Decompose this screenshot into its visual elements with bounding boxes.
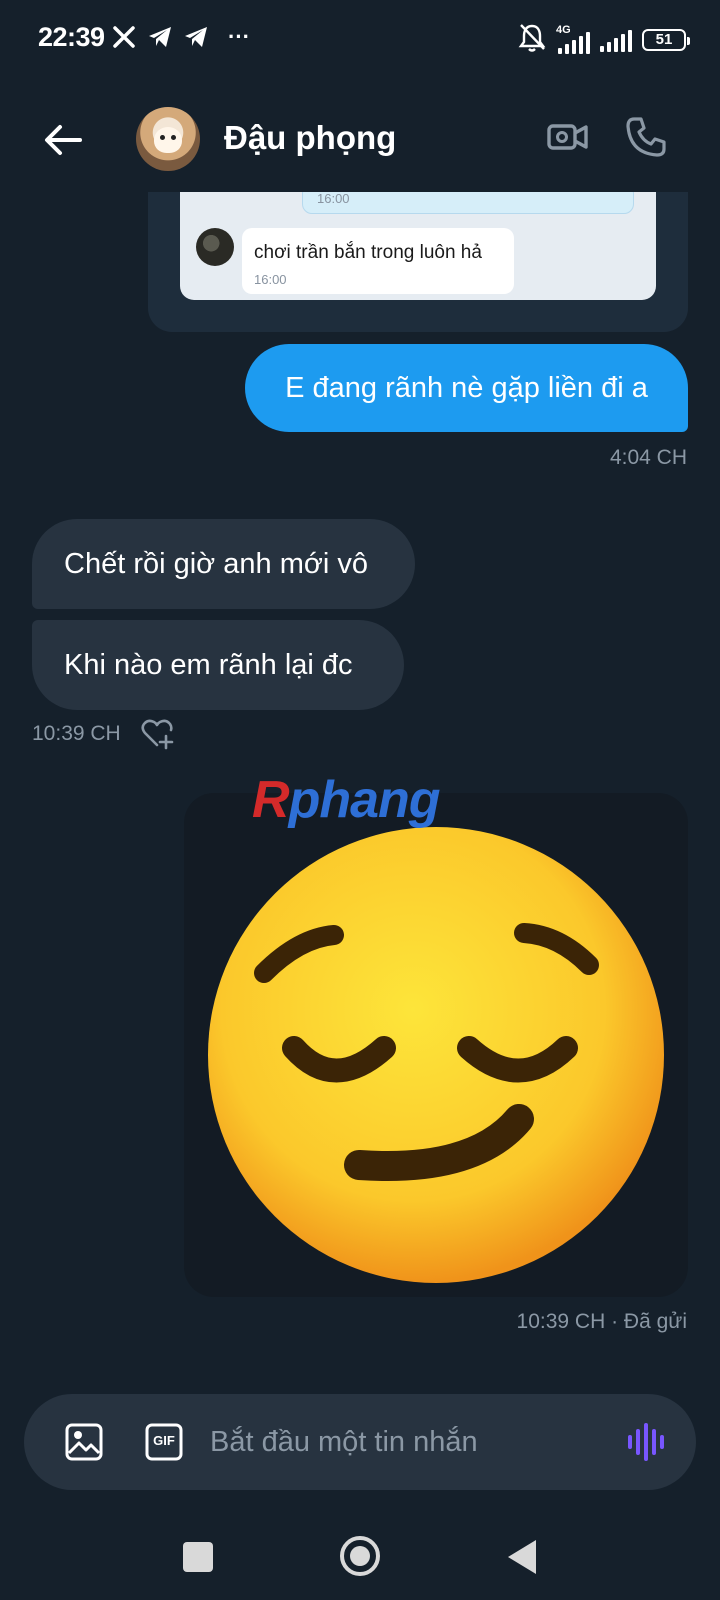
screenshot-image[interactable]: 16:00 chơi trần bắn trong luôn hả 16:00 [180, 192, 656, 300]
pensive-face-emoji-icon [208, 827, 664, 1283]
recents-button[interactable] [183, 1542, 213, 1572]
telegram-icon [147, 22, 173, 52]
system-navigation-bar [0, 1508, 720, 1600]
sent-emoji-time-status: 10:39 CH · Đã gửi [516, 1310, 687, 1333]
voice-message-button[interactable] [624, 1420, 668, 1464]
received-message-text: Chết rồi giờ anh mới vô [64, 547, 368, 580]
screenshot-top-time: 16:00 [317, 192, 350, 206]
screenshot-avatar [196, 228, 234, 266]
home-button[interactable] [340, 1536, 380, 1576]
signal-4g-icon: 4G [556, 24, 590, 54]
screenshot-message-text: chơi trần bắn trong luôn hả [254, 242, 482, 263]
contact-name[interactable]: Đậu phọng [224, 119, 396, 157]
add-gif-button[interactable]: GIF [144, 1422, 184, 1462]
add-reaction-button[interactable] [140, 716, 174, 750]
sent-message-bubble[interactable]: E đang rãnh nè gặp liền đi a [245, 344, 688, 432]
contact-avatar[interactable] [136, 107, 200, 171]
screenshot-message-bubble: chơi trần bắn trong luôn hả 16:00 [242, 228, 514, 294]
status-system-icons: 4G 51 [518, 22, 690, 57]
received-message-bubble-2[interactable]: Khi nào em rãnh lại đc [32, 620, 404, 710]
heart-plus-icon [141, 719, 174, 750]
received-message-bubble[interactable]: Chết rồi giờ anh mới vô [32, 519, 415, 609]
received-message-text-2: Khi nào em rãnh lại đc [64, 648, 353, 681]
received-message-time: 10:39 CH [32, 722, 121, 745]
voice-call-button[interactable] [624, 115, 668, 159]
sent-emoji-message[interactable] [184, 793, 688, 1297]
message-composer: GIF [24, 1394, 696, 1490]
phone-icon [626, 117, 666, 157]
battery-level: 51 [655, 31, 673, 48]
image-icon [65, 1423, 103, 1461]
screenshot-message-time: 16:00 [254, 272, 287, 287]
audio-waveform-icon [628, 1423, 664, 1461]
status-bar: 22:39 ··· 4G 51 [0, 0, 720, 78]
signal-icon [600, 28, 632, 52]
watermark-logo: Rphang [252, 771, 441, 829]
more-notifications-icon: ··· [228, 24, 250, 49]
telegram-icon-2 [183, 22, 209, 52]
video-call-button[interactable] [546, 115, 590, 159]
message-input[interactable] [210, 1412, 600, 1472]
bell-muted-icon [518, 22, 546, 57]
screenshot-top-bubble: 16:00 [302, 192, 634, 214]
system-back-button[interactable] [508, 1540, 536, 1574]
back-button[interactable] [40, 117, 86, 163]
conversation-header: Đậu phọng [0, 95, 720, 185]
gif-label: GIF [153, 1433, 175, 1448]
battery-icon: 51 [642, 28, 690, 51]
x-logo-icon [111, 22, 137, 52]
add-photo-button[interactable] [64, 1422, 104, 1462]
arrow-left-icon [45, 125, 82, 155]
shared-screenshot-message[interactable]: 16:00 chơi trần bắn trong luôn hả 16:00 [148, 192, 688, 332]
status-time: 22:39 [38, 22, 105, 52]
status-notification-icons: ··· [111, 22, 259, 52]
video-camera-icon [547, 124, 588, 150]
sent-message-time: 4:04 CH [609, 446, 687, 469]
